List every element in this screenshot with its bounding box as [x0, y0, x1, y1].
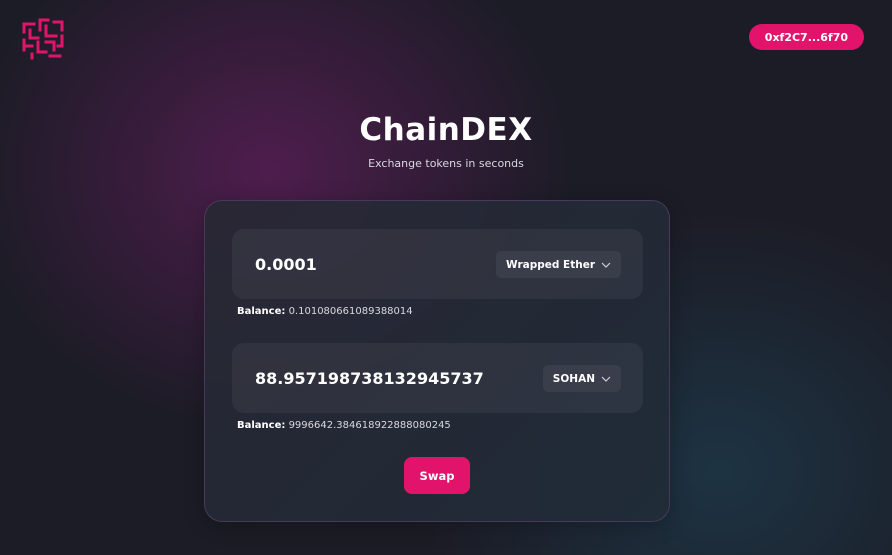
- to-token-label: SOHAN: [552, 372, 595, 385]
- to-token-field: 88.957198738132945737 SOHAN: [232, 343, 643, 413]
- chevron-down-icon: [601, 376, 611, 382]
- from-balance-label: Balance:: [237, 306, 286, 317]
- swap-card: 0.0001 Wrapped Ether Balance: 0.10108066…: [204, 200, 670, 522]
- chevron-down-icon: [601, 262, 611, 268]
- swap-button[interactable]: Swap: [404, 457, 470, 494]
- from-amount-input[interactable]: 0.0001: [255, 229, 317, 299]
- from-token-field: 0.0001 Wrapped Ether: [232, 229, 643, 299]
- page-subtitle: Exchange tokens in seconds: [368, 157, 524, 170]
- from-token-label: Wrapped Ether: [506, 258, 595, 271]
- page-title: ChainDEX: [359, 112, 533, 148]
- wallet-address-button[interactable]: 0xf2C7...6f70: [748, 24, 864, 50]
- from-balance: Balance: 0.101080661089388014: [237, 306, 413, 317]
- maze-logo-icon[interactable]: [20, 16, 66, 60]
- to-balance: Balance: 9996642.384618922888080245: [237, 420, 451, 431]
- to-balance-value: 9996642.384618922888080245: [288, 420, 451, 431]
- from-balance-value: 0.101080661089388014: [288, 306, 413, 317]
- to-token-select[interactable]: SOHAN: [542, 365, 621, 392]
- to-balance-label: Balance:: [237, 420, 286, 431]
- from-token-select[interactable]: Wrapped Ether: [496, 251, 621, 278]
- to-amount-input[interactable]: 88.957198738132945737: [255, 343, 484, 413]
